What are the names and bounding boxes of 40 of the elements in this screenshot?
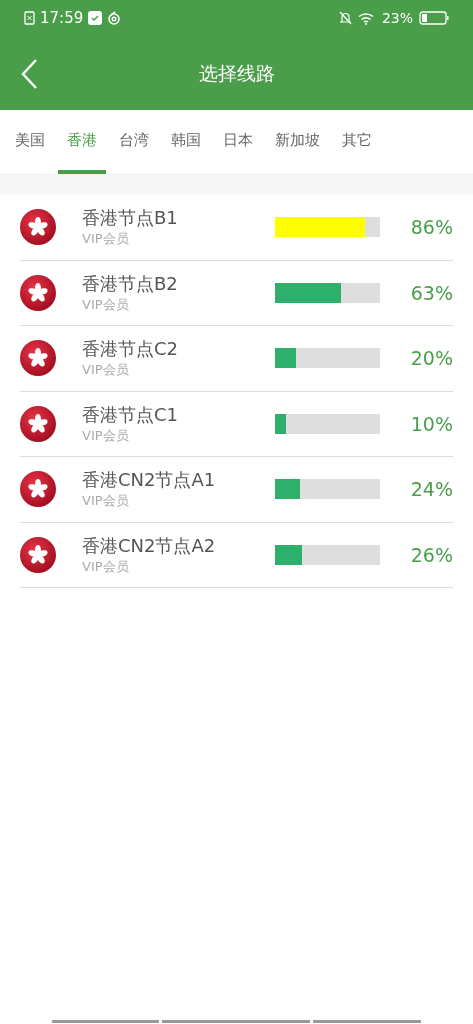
flag-icon — [20, 274, 56, 311]
status-time: 17:59 — [40, 7, 84, 29]
region-tab[interactable]: 日本 — [214, 110, 262, 174]
membership-label: VIP会员 — [82, 230, 130, 249]
server-name: 香港节点B2 — [82, 271, 179, 296]
server-name: 香港节点C2 — [82, 337, 180, 362]
load-percent: 10% — [410, 411, 453, 437]
page-title: 选择线路 — [198, 60, 275, 86]
flag-icon — [20, 340, 56, 377]
server-name: 香港节点B1 — [82, 206, 179, 231]
membership-label: VIP会员 — [82, 295, 130, 314]
battery-icon — [419, 11, 449, 25]
region-tab[interactable]: 其它 — [333, 110, 381, 174]
flag-icon — [20, 405, 56, 442]
membership-label: VIP会员 — [82, 426, 130, 445]
wifi-icon — [357, 11, 376, 25]
membership-label: VIP会员 — [82, 492, 130, 511]
battery-percent: 23% — [381, 8, 413, 28]
check-icon — [88, 11, 103, 25]
flag-icon — [20, 209, 56, 246]
flag-icon — [20, 471, 56, 508]
membership-label: VIP会员 — [82, 557, 130, 576]
sim-icon — [24, 11, 35, 25]
server-name: 香港节点C1 — [82, 402, 180, 427]
region-tab[interactable]: 美国 — [6, 110, 54, 174]
load-percent: 24% — [410, 477, 453, 502]
bell-muted-icon — [338, 11, 352, 25]
load-percent: 63% — [410, 280, 453, 306]
membership-label: VIP会员 — [82, 361, 130, 380]
load-percent: 20% — [410, 346, 453, 371]
region-tab[interactable]: 韩国 — [162, 110, 210, 174]
server-name: 香港CN2节点A2 — [82, 533, 217, 558]
region-tab[interactable]: 新加坡 — [266, 110, 329, 174]
server-name: 香港CN2节点A1 — [82, 468, 217, 493]
load-percent: 26% — [410, 542, 453, 568]
flag-icon — [20, 536, 56, 573]
load-percent: 86% — [410, 215, 453, 240]
region-tab[interactable]: 台湾 — [110, 110, 158, 174]
back-icon[interactable] — [20, 58, 38, 90]
swirl-icon — [107, 11, 122, 25]
